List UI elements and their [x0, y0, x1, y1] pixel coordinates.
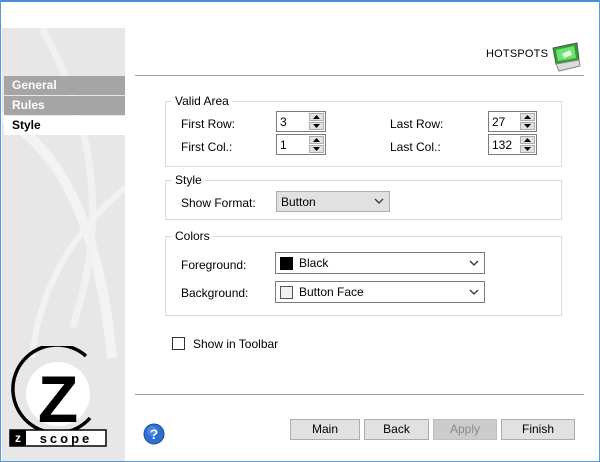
footer-divider — [135, 394, 584, 395]
last-row-up-arrow-icon[interactable] — [520, 113, 535, 121]
first-col-value: 1 — [280, 138, 287, 152]
show-format-select[interactable]: Button — [276, 191, 390, 212]
header-divider — [135, 75, 584, 76]
last-col-down-arrow-icon[interactable] — [520, 145, 535, 153]
first-row-value: 3 — [280, 115, 287, 129]
show-in-toolbar-checkbox[interactable] — [172, 337, 185, 350]
colors-group: Colors — [165, 229, 562, 316]
foreground-label: Foreground: — [181, 258, 247, 272]
first-col-label: First Col.: — [181, 140, 233, 154]
show-format-value: Button — [281, 195, 316, 209]
svg-text:Z: Z — [38, 362, 78, 436]
valid-area-title: Valid Area — [172, 94, 232, 108]
wizard-window: General Rules Style Z z scope HOTSPOTS V… — [0, 0, 600, 462]
first-row-label: First Row: — [181, 117, 235, 131]
finish-button[interactable]: Finish — [501, 419, 575, 440]
foreground-color-value: Black — [299, 256, 329, 270]
hotspot-monitor-icon — [552, 42, 581, 72]
first-row-down-arrow-icon[interactable] — [309, 122, 324, 130]
sidebar: General Rules Style Z z scope — [2, 28, 125, 461]
background-color-value: Button Face — [299, 285, 364, 299]
foreground-color-swatch — [280, 257, 293, 270]
last-row-spinner[interactable]: 27 — [488, 111, 537, 132]
show-format-label: Show Format: — [181, 196, 256, 210]
sidebar-item-rules[interactable]: Rules — [4, 96, 125, 115]
svg-text:z: z — [15, 431, 21, 445]
apply-button[interactable]: Apply — [433, 419, 497, 440]
background-label: Background: — [181, 286, 249, 300]
first-col-down-arrow-icon[interactable] — [309, 145, 324, 153]
last-row-down-arrow-icon[interactable] — [520, 122, 535, 130]
last-col-label: Last Col.: — [390, 140, 441, 154]
svg-text:?: ? — [150, 426, 159, 442]
last-col-value: 132 — [492, 138, 513, 152]
sidebar-item-general[interactable]: General — [4, 76, 125, 95]
first-col-spinner[interactable]: 1 — [276, 134, 326, 155]
last-col-spinner[interactable]: 132 — [488, 134, 537, 155]
last-row-value: 27 — [492, 115, 506, 129]
chevron-down-icon — [374, 198, 384, 204]
back-button[interactable]: Back — [364, 419, 429, 440]
svg-text:scope: scope — [40, 431, 93, 446]
style-group-title: Style — [172, 173, 205, 187]
show-in-toolbar-label[interactable]: Show in Toolbar — [193, 337, 278, 351]
first-col-up-arrow-icon[interactable] — [309, 136, 324, 144]
help-icon[interactable]: ? — [143, 423, 165, 445]
main-button[interactable]: Main — [290, 419, 360, 440]
chevron-down-icon — [469, 289, 479, 295]
first-row-spinner[interactable]: 3 — [276, 111, 326, 132]
sidebar-item-style[interactable]: Style — [4, 116, 125, 135]
background-color-swatch — [280, 286, 293, 299]
foreground-color-select[interactable]: Black — [275, 252, 485, 274]
background-color-select[interactable]: Button Face — [275, 281, 485, 303]
first-row-up-arrow-icon[interactable] — [309, 113, 324, 121]
zscope-logo: Z z scope — [9, 346, 107, 447]
last-col-up-arrow-icon[interactable] — [520, 136, 535, 144]
colors-group-title: Colors — [172, 229, 213, 243]
chevron-down-icon — [469, 260, 479, 266]
page-header-title: HOTSPOTS — [486, 48, 549, 60]
last-row-label: Last Row: — [390, 117, 444, 131]
